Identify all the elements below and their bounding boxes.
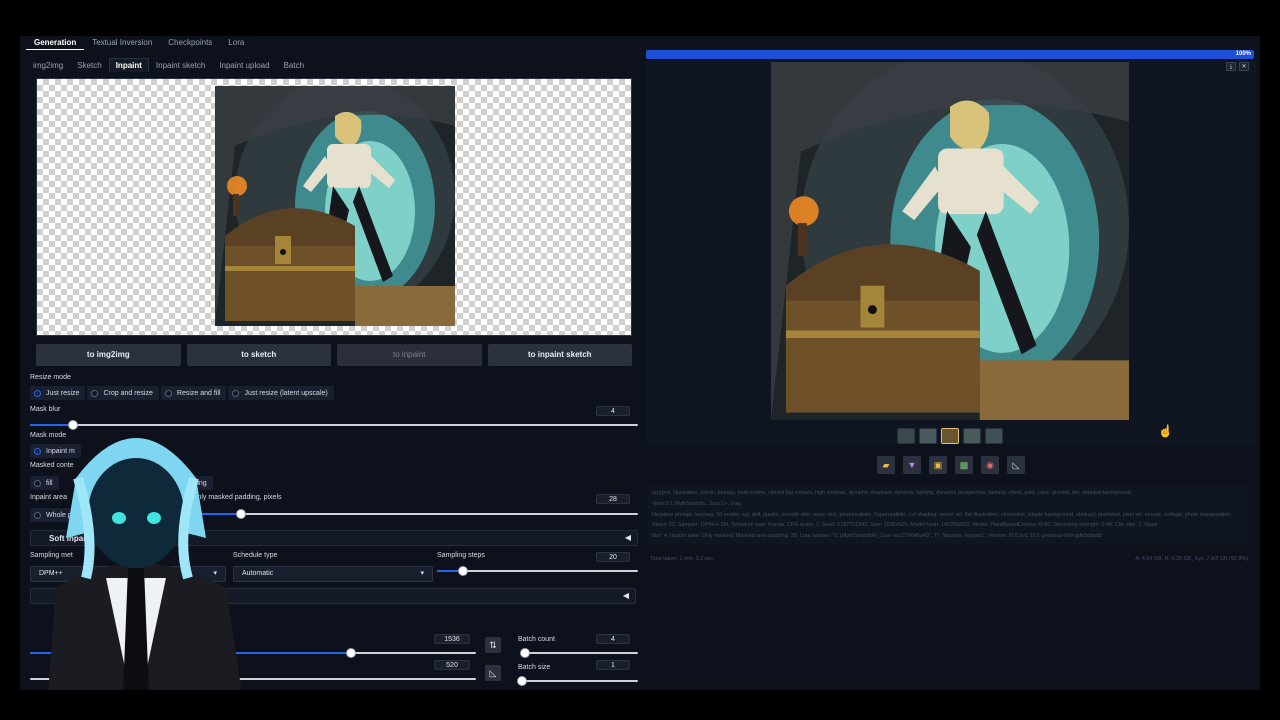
send-to-inpaint-tool[interactable]: ▩ (955, 456, 973, 474)
resize-latent-radio[interactable]: Just resize (latent upscale) (228, 386, 334, 400)
chevron-down-icon: ▾ (420, 570, 424, 577)
progress-bar: 100% (646, 50, 1254, 59)
video-letterbox-top (0, 0, 1280, 36)
thumbnail-2[interactable] (941, 428, 959, 444)
collapse-icon: ◀ (622, 591, 629, 600)
resize-mode-group: Just resize Crop and resize Resize and f… (30, 386, 334, 400)
padding-slider[interactable] (192, 509, 638, 519)
mask-blur-input[interactable]: 4 (596, 406, 630, 416)
tab-inpaint-upload[interactable]: Inpaint upload (212, 58, 276, 72)
send-to-row: to img2img to sketch to inpaint to inpai… (36, 344, 632, 366)
ruler-icon: ◺ (1012, 459, 1020, 470)
tab-img2img[interactable]: img2img (26, 58, 70, 72)
width-input[interactable]: 1536 (434, 634, 470, 644)
tab-generation[interactable]: Generation (26, 36, 85, 50)
height-input[interactable]: 520 (434, 660, 470, 670)
mouse-pointer-icon: ☝ (1158, 424, 1173, 438)
result-image[interactable] (771, 62, 1129, 420)
send-to-inpaint-button[interactable]: to inpaint (337, 344, 482, 366)
batch-count-thumb[interactable] (520, 648, 531, 658)
batch-count-slider[interactable] (520, 648, 638, 658)
main-tabs: Generation Textual Inversion Checkpoints… (26, 36, 252, 50)
schedule-type-dropdown[interactable]: Automatic ▾ (233, 566, 433, 582)
send-to-sketch-button[interactable]: to sketch (186, 344, 331, 366)
batch-count-input[interactable]: 4 (596, 634, 630, 644)
thumbnail-1[interactable] (919, 428, 937, 444)
mask-blur-label: Mask blur (30, 406, 61, 413)
tab-sketch[interactable]: Sketch (70, 58, 108, 72)
output-panel: 100% ⤓ ✕ ☝ ▰ ▼ ▣ ▩ ◉ ◺ lazypos, illustra… (646, 50, 1256, 690)
progress-fill (646, 50, 1254, 59)
sampling-steps-label: Sampling steps (437, 552, 485, 559)
tab-inpaint-sketch[interactable]: Inpaint sketch (149, 58, 212, 72)
download-icon[interactable]: ⤓ (1226, 62, 1236, 71)
swap-icon: ⇅ (489, 640, 497, 650)
result-gallery[interactable]: ⤓ ✕ ☝ (646, 60, 1256, 444)
progress-text: 100% (1235, 51, 1251, 57)
resize-crop-radio[interactable]: Crop and resize (87, 386, 159, 400)
open-folder-button[interactable]: ▰ (877, 456, 895, 474)
tab-inpaint[interactable]: Inpaint (108, 58, 149, 72)
send-to-img2img-tool[interactable]: ▣ (929, 456, 947, 474)
tab-lora[interactable]: Lora (220, 36, 252, 50)
palette-icon: ◉ (986, 459, 994, 470)
batch-size-slider[interactable] (517, 676, 638, 686)
sampling-steps-thumb[interactable] (458, 566, 469, 576)
thumbnail-4[interactable] (985, 428, 1003, 444)
save-button[interactable]: ▼ (903, 456, 921, 474)
image-icon: ▣ (933, 459, 943, 470)
save-icon: ▼ (907, 460, 917, 470)
batch-size-input[interactable]: 1 (596, 660, 630, 670)
collapse-icon: ◀ (624, 533, 631, 542)
output-tools: ▰ ▼ ▣ ▩ ◉ ◺ (877, 456, 1025, 474)
img2img-sub-tabs: img2img Sketch Inpaint Inpaint sketch In… (26, 58, 640, 72)
thumbnail-3[interactable] (963, 428, 981, 444)
batch-size-thumb[interactable] (517, 676, 527, 686)
thumbnail-grid[interactable] (897, 428, 915, 444)
batch-size-label: Batch size (518, 664, 551, 671)
swap-dimensions-button[interactable]: ⇅ (485, 637, 501, 653)
padding-input[interactable]: 28 (596, 494, 630, 504)
resize-just-resize-radio[interactable]: Just resize (30, 386, 86, 400)
sampling-steps-input[interactable]: 20 (596, 552, 630, 562)
vtuber-avatar (46, 438, 246, 720)
picture-icon: ▩ (959, 459, 969, 470)
generation-info: lazypos, illustration, comic, fantasy, b… (648, 486, 1248, 544)
close-icon[interactable]: ✕ (1239, 62, 1249, 71)
width-thumb[interactable] (346, 648, 357, 658)
inpaint-canvas[interactable] (36, 78, 632, 336)
triangle-ruler-icon: ◺ (489, 668, 497, 678)
sampling-steps-slider[interactable] (437, 566, 638, 576)
aspect-ratio-button[interactable]: ◺ (485, 665, 501, 681)
tab-checkpoints[interactable]: Checkpoints (160, 36, 220, 50)
send-to-extras-tool[interactable]: ◉ (981, 456, 999, 474)
video-letterbox-bottom (0, 690, 1280, 720)
tab-textual-inversion[interactable]: Textual Inversion (84, 36, 160, 50)
tab-batch[interactable]: Batch (277, 58, 311, 72)
send-to-inpaint-sketch-button[interactable]: to inpaint sketch (487, 344, 632, 366)
folder-icon: ▰ (882, 459, 890, 470)
gallery-thumbnails (897, 428, 1003, 444)
send-to-img2img-button[interactable]: to img2img (36, 344, 181, 366)
resize-mode-label: Resize mode (30, 374, 71, 381)
generation-stats: Time taken: 1 min. 3.2 sec. A: 4.64 GB, … (650, 556, 1248, 562)
source-image (215, 86, 455, 326)
send-to-sketch-tool[interactable]: ◺ (1007, 456, 1025, 474)
resize-fill-radio[interactable]: Resize and fill (160, 386, 227, 400)
batch-count-label: Batch count (518, 636, 555, 643)
